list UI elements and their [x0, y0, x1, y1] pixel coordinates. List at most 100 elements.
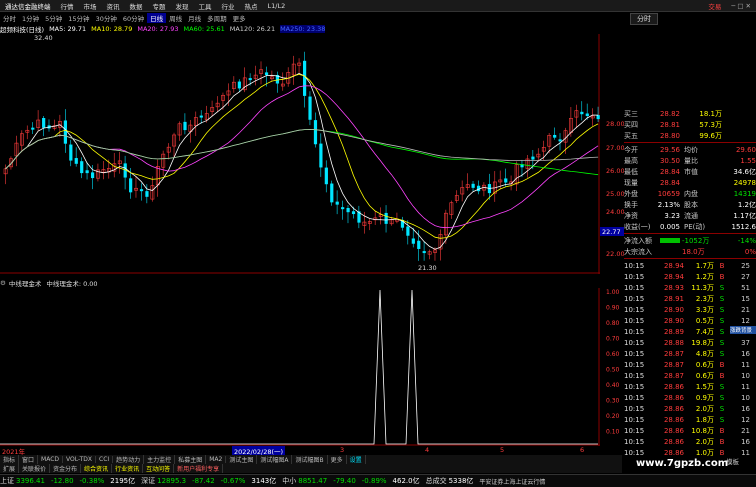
window-controls-icon[interactable]: ─ □ ✕ [726, 2, 756, 10]
tab-test-a[interactable]: 测试幅图A [257, 455, 293, 464]
status-bar: 上证 3396.41 -12.80 -0.38% 2195亿 深证 12895.… [0, 474, 756, 487]
subtab-welfare[interactable]: 新用户福利专享 [174, 464, 224, 473]
tab-macd[interactable]: MACD [38, 456, 64, 463]
candle [384, 212, 388, 224]
tab-test-main[interactable]: 测试主图 [226, 455, 258, 464]
candle [351, 211, 356, 215]
sz-index-value: 12895.3 [157, 477, 187, 485]
menu-item[interactable]: 行情 [56, 1, 79, 11]
subtab-news[interactable]: 综合资讯 [81, 464, 113, 473]
tab-window[interactable]: 窗口 [19, 455, 39, 464]
subtab-fund[interactable]: 资金分布 [50, 464, 82, 473]
tf-multi[interactable]: 多周期 [204, 13, 230, 23]
tab-cci[interactable]: CCI [96, 456, 114, 463]
tab-vol[interactable]: VOL-TDX [63, 456, 96, 463]
trade-button[interactable]: 交易 [703, 1, 726, 11]
menu-item[interactable]: 专题 [148, 1, 171, 11]
menu-item[interactable]: 资讯 [102, 1, 125, 11]
subtab-qa[interactable]: 互动问答 [143, 464, 175, 473]
subtab-expand[interactable]: 扩展 [0, 464, 20, 473]
tick-row: 10:15 28.87 0.6万 B 11 [624, 360, 750, 369]
candle [42, 118, 46, 128]
tab-test-b[interactable]: 测试幅图B [292, 455, 328, 464]
menu-item[interactable]: 发现 [171, 1, 194, 11]
sme-index-name[interactable]: 中小 [282, 476, 296, 486]
candle [330, 183, 334, 203]
menu-item[interactable]: 市场 [79, 1, 102, 11]
tick-row: 10:15 28.86 1.5万 S 11 [624, 382, 750, 391]
candle [139, 189, 144, 192]
indicator-tooltip-tab[interactable]: 涨跌背景 [730, 326, 756, 334]
tick-list[interactable]: 10:15 28.94 1.7万 B 25 10:15 28.94 1.2万 B 27 10:15 2… [624, 260, 756, 458]
subtab-related[interactable]: 关联报价 [19, 464, 51, 473]
svg-text:28.00: 28.00 [606, 120, 624, 128]
sh-index-name[interactable]: 上证 [0, 476, 14, 486]
sme-index-amount: 462.0亿 [392, 477, 420, 485]
tf-fenshi[interactable]: 分时 [0, 13, 19, 23]
indicator-chart[interactable] [0, 288, 600, 446]
tf-monthly[interactable]: 月线 [185, 13, 204, 23]
sz-index-amount: 3143亿 [251, 477, 277, 485]
tick-row: 10:15 28.86 0.9万 S 10 [624, 393, 750, 402]
candle [80, 161, 84, 174]
candle [553, 134, 557, 138]
low-price-label: 21.30 [418, 264, 437, 272]
tab-indicator[interactable]: 指标 [0, 455, 20, 464]
tab-trend[interactable]: 趋势动力 [113, 455, 145, 464]
tf-60min[interactable]: 60分钟 [120, 13, 147, 23]
tab-more[interactable]: 更多 [328, 455, 347, 464]
tick-row: 10:15 28.86 10.8万 B 21 [624, 426, 750, 435]
tick-row: 10:15 28.90 3.3万 S 21 [624, 305, 750, 314]
timeframe-bar: 分时 1分钟 5分钟 15分钟 30分钟 60分钟 日线 周线 月线 多周期 更… [0, 12, 430, 23]
indicator-gear-icon[interactable]: ⚙ [0, 279, 6, 287]
sz-index-pct: -0.67% [220, 477, 246, 485]
candlestick-chart[interactable]: 32.40 21.30 [0, 34, 600, 274]
tf-1min[interactable]: 1分钟 [19, 13, 42, 23]
menu-item[interactable]: 行业 [217, 1, 240, 11]
total-turnover: 5338亿 [448, 477, 474, 485]
block-inflow-row[interactable]: 大宗流入 18.0万 0% [624, 246, 756, 257]
menu-item[interactable]: L1/L2 [263, 2, 291, 10]
tab-ma2[interactable]: MA2 [206, 456, 227, 463]
sh-index-amount: 2195亿 [110, 477, 136, 485]
indicator-header: ⚙ 中线理金术 中线理金术: 0.00 [0, 278, 98, 288]
quote-panel: 买三 28.82 18.1万 买四 28.81 57.3万 买五 28.80 99.6万 今… [624, 108, 756, 458]
tick-row: 10:15 28.87 0.6万 B 10 [624, 371, 750, 380]
tick-row: 10:15 28.88 19.8万 S 37 [624, 338, 750, 347]
menu-item[interactable]: 工具 [194, 1, 217, 11]
stat-row: 收益(一) 0.005 PE(动) 1512.6 [624, 222, 756, 231]
candle [585, 113, 589, 117]
net-inflow-row[interactable]: 净流入额 -1052万 -14% [624, 235, 756, 246]
stock-name: 超频科技(日线) [0, 25, 45, 34]
indicator-axis-tick: 0.10 [606, 429, 620, 436]
subtab-industry[interactable]: 行业资讯 [112, 464, 144, 473]
tf-daily[interactable]: 日线 [147, 12, 167, 23]
sz-index-change: -87.42 [192, 477, 215, 485]
stat-row: 今开 29.56 均价 29.60 [624, 145, 756, 154]
tab-private[interactable]: 私募主图 [175, 455, 207, 464]
menu-bar: 通达信金融终端 行情 市场 资讯 数据 专题 发现 工具 行业 热点 L1/L2… [0, 0, 756, 12]
menu-item[interactable]: 数据 [125, 1, 148, 11]
sub-tabs: 扩展 关联报价 资金分布 综合资讯 行业资讯 互动问答 新用户福利专享 [0, 464, 622, 473]
fen-tab-right[interactable]: 分时 [630, 13, 658, 25]
tf-more[interactable]: 更多 [230, 13, 249, 23]
candle [237, 81, 241, 89]
tab-monitor[interactable]: 主力监控 [144, 455, 176, 464]
tf-15min[interactable]: 15分钟 [65, 13, 92, 23]
tf-30min[interactable]: 30分钟 [93, 13, 120, 23]
menu-item[interactable]: 热点 [240, 1, 263, 11]
ma5-label: MA5: 29.71 [49, 24, 87, 33]
tf-weekly[interactable]: 周线 [166, 13, 185, 23]
stat-row: 现量 28.84 24978 [624, 178, 756, 187]
candle [248, 78, 252, 81]
tf-5min[interactable]: 5分钟 [42, 13, 65, 23]
bid-row: 买五 28.80 99.6万 [624, 131, 722, 140]
price-axis: 28.00 27.00 26.00 25.00 24.00 22.77 22.0… [600, 120, 624, 258]
sz-index-name[interactable]: 深证 [141, 476, 155, 486]
indicator-axis-tick: 0.20 [606, 413, 620, 420]
tab-settings[interactable]: 设置 [347, 455, 366, 464]
tick-row: 10:15 28.87 4.8万 S 16 [624, 349, 750, 358]
candle [319, 143, 323, 168]
candle [335, 201, 339, 205]
tick-row: 10:15 28.94 1.7万 B 25 [624, 261, 750, 270]
